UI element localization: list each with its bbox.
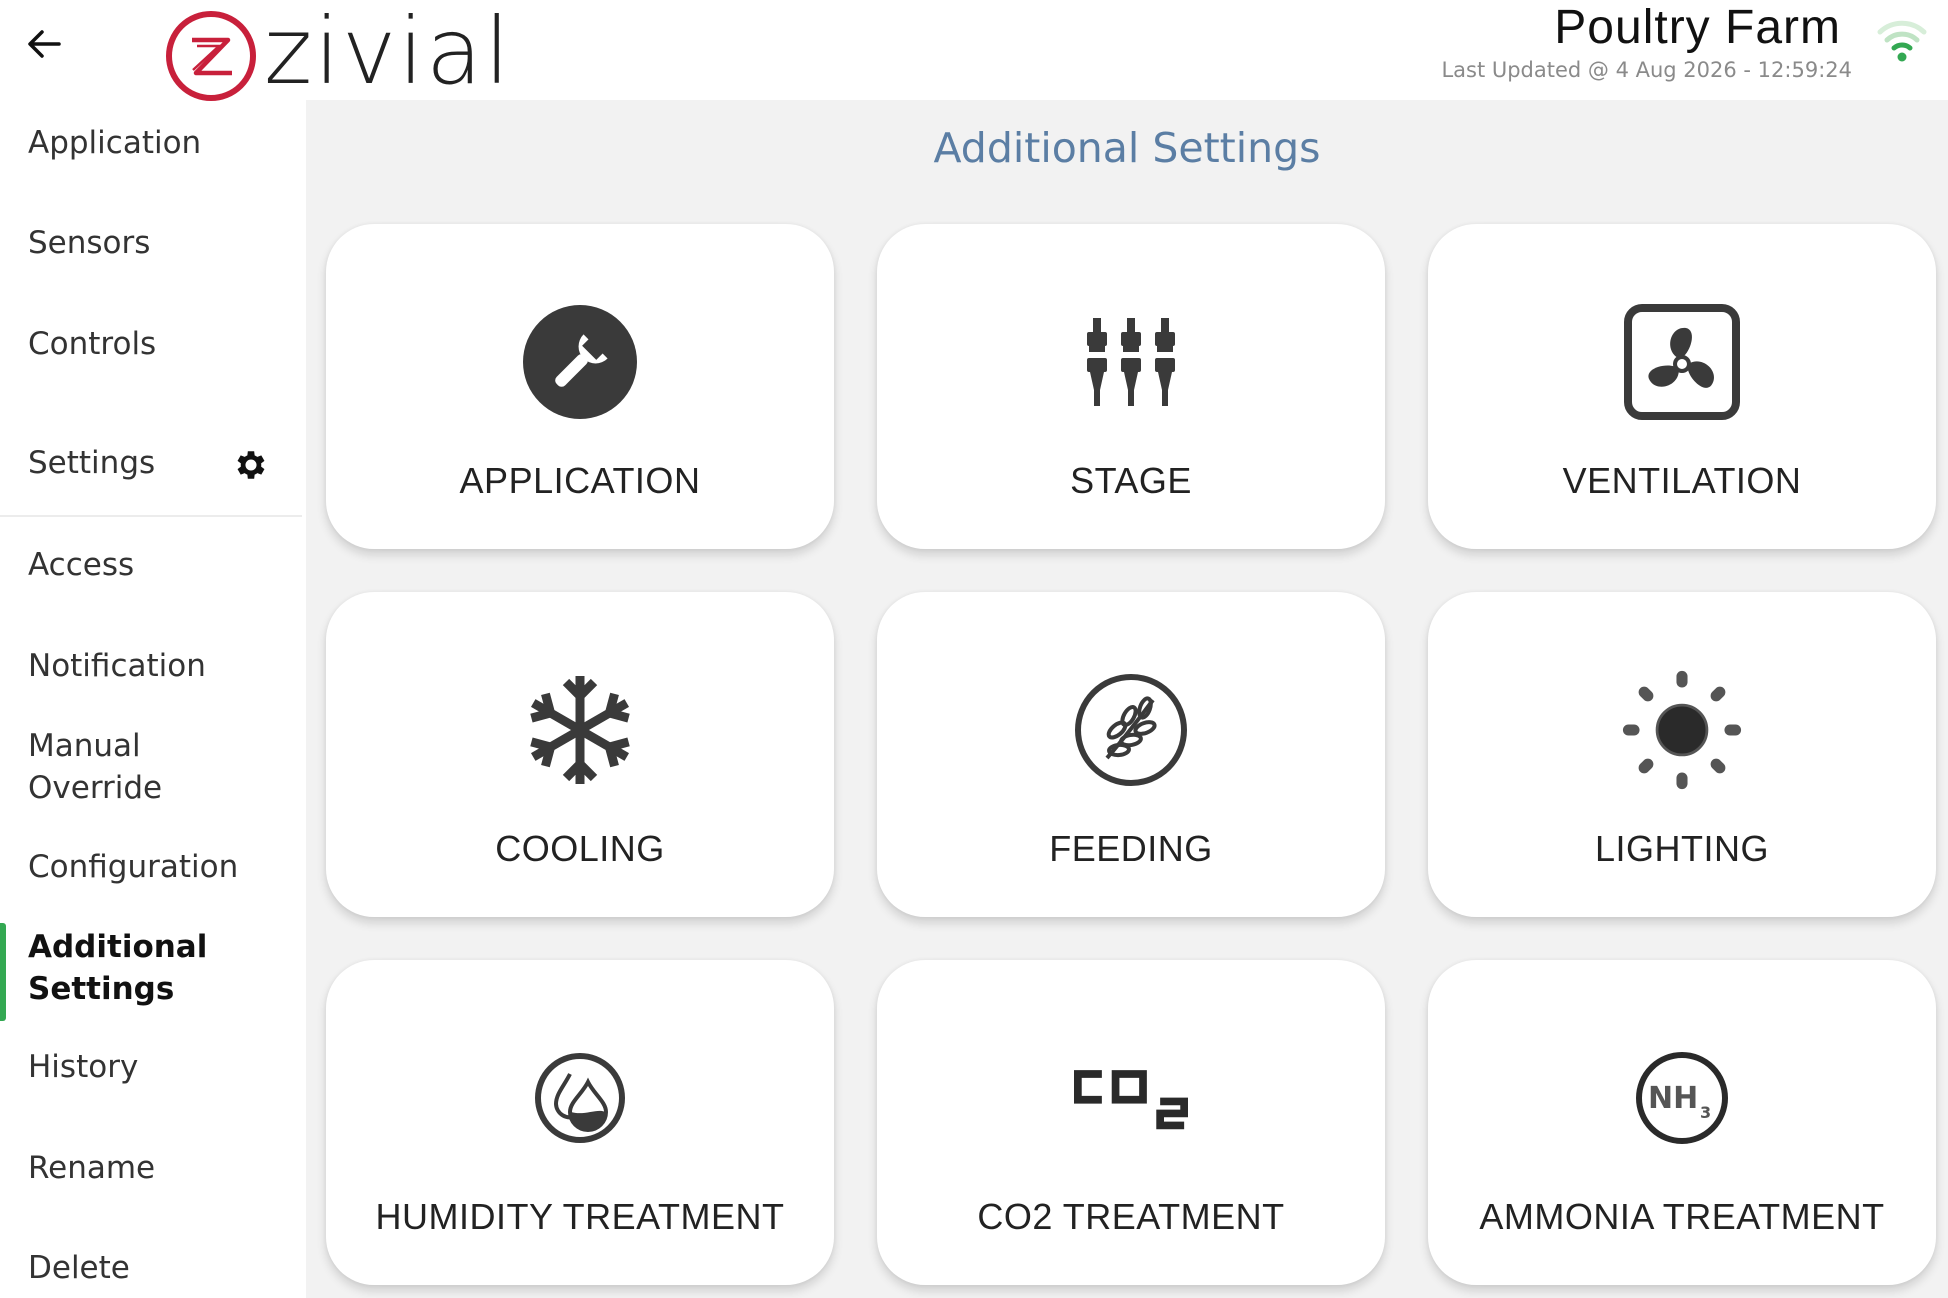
sidebar-item-delete[interactable]: Delete <box>28 1248 130 1290</box>
sidebar-item-sensors[interactable]: Sensors <box>28 223 150 265</box>
page-header-title: Poultry Farm <box>1554 1 1841 54</box>
card-label: COOLING <box>495 828 665 869</box>
card-label: STAGE <box>1070 460 1192 501</box>
card-cooling[interactable]: COOLING <box>326 592 834 917</box>
card-label: AMMONIA TREATMENT <box>1479 1196 1885 1237</box>
sidebar-item-access[interactable]: Access <box>28 545 134 587</box>
card-ammonia-treatment[interactable]: NH 3 AMMONIA TREATMENT <box>1428 960 1936 1285</box>
humidity-icon <box>520 1038 640 1158</box>
card-humidity-treatment[interactable]: HUMIDITY TREATMENT <box>326 960 834 1285</box>
card-lighting[interactable]: LIGHTING <box>1428 592 1936 917</box>
card-stage[interactable]: STAGE <box>877 224 1385 549</box>
card-co2-treatment[interactable]: CO2 TREATMENT <box>877 960 1385 1285</box>
sidebar-divider <box>0 515 302 517</box>
card-label: VENTILATION <box>1562 460 1802 501</box>
active-indicator <box>0 923 6 1021</box>
svg-text:NH: NH <box>1648 1081 1698 1116</box>
sidebar-item-settings[interactable]: Settings <box>28 443 155 485</box>
card-ventilation[interactable]: VENTILATION <box>1428 224 1936 549</box>
sidebar-item-rename[interactable]: Rename <box>28 1148 155 1190</box>
sidebar-item-configuration[interactable]: Configuration <box>28 847 238 889</box>
logo-z-icon <box>166 11 256 101</box>
stage-icon <box>1071 302 1191 422</box>
sidebar: Application Sensors Controls Settings Ac… <box>0 105 304 1298</box>
sun-icon <box>1622 670 1742 790</box>
co2-icon <box>1071 1038 1191 1158</box>
card-label: LIGHTING <box>1594 828 1769 869</box>
card-label: HUMIDITY TREATMENT <box>375 1196 785 1237</box>
app-logo: zivial <box>138 0 528 112</box>
svg-text:3: 3 <box>1700 1103 1711 1122</box>
sidebar-item-notification[interactable]: Notification <box>28 646 206 688</box>
sidebar-item-application[interactable]: Application <box>28 123 201 165</box>
last-updated-text: Last Updated @ 4 Aug 2026 - 12:59:24 <box>1441 58 1852 82</box>
main-content: Additional Settings APPLICATION STAGE VE… <box>306 100 1948 1298</box>
wrench-icon <box>520 302 640 422</box>
ammonia-icon: NH 3 <box>1622 1038 1742 1158</box>
back-arrow-icon <box>28 30 61 58</box>
sidebar-item-controls[interactable]: Controls <box>28 324 156 366</box>
sidebar-item-history[interactable]: History <box>28 1047 138 1089</box>
card-feeding[interactable]: FEEDING <box>877 592 1385 917</box>
grain-icon <box>1071 670 1191 790</box>
card-application[interactable]: APPLICATION <box>326 224 834 549</box>
gear-icon[interactable] <box>232 446 270 484</box>
card-label: FEEDING <box>1049 828 1213 869</box>
sidebar-item-manual-override[interactable]: Manual Override <box>28 726 162 810</box>
snowflake-icon <box>520 670 640 790</box>
card-label: CO2 TREATMENT <box>977 1196 1285 1237</box>
logo-text: zivial <box>264 0 512 105</box>
page-title: Additional Settings <box>933 124 1321 172</box>
fan-icon <box>1622 302 1742 422</box>
sidebar-item-additional-settings[interactable]: Additional Settings <box>28 927 207 1011</box>
card-label: APPLICATION <box>459 460 701 501</box>
wifi-icon <box>1877 20 1927 62</box>
back-button[interactable] <box>22 22 66 66</box>
